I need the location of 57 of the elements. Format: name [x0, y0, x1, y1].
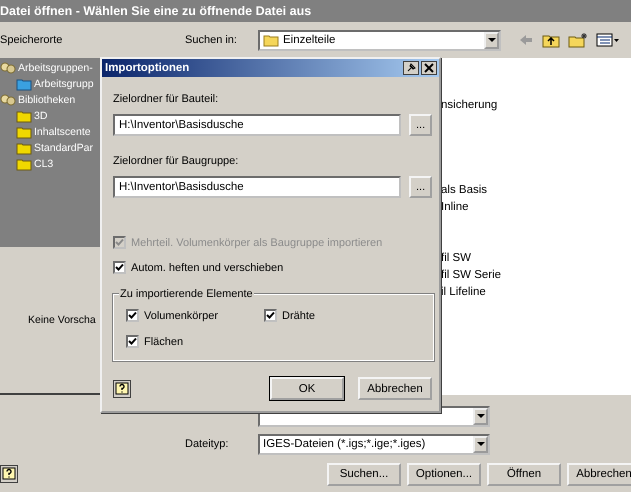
file-item[interactable]: Inline	[441, 199, 631, 216]
look-in-label: Suchen in:	[185, 34, 238, 46]
look-in-dropdown[interactable]: Einzelteile	[258, 30, 501, 50]
places-label: Speicherorte	[0, 34, 64, 46]
dialog-title: Importoptionen	[105, 62, 190, 74]
dialog-button[interactable]: Abbrechen	[567, 462, 631, 486]
tree-item[interactable]: StandardPar	[34, 142, 93, 154]
help-icon[interactable]	[0, 465, 18, 483]
tree-item[interactable]: Arbeitsgruppen-	[18, 62, 93, 74]
pin-icon[interactable]	[403, 61, 419, 75]
view-menu-icon[interactable]	[596, 32, 620, 48]
checkbox[interactable]	[126, 335, 139, 348]
browse-button[interactable]: ...	[409, 114, 432, 136]
file-type-dropdown[interactable]: IGES-Dateien (*.igs;*.ige;*.iges)	[258, 434, 490, 454]
checkbox-label: Volumenkörper	[144, 310, 218, 322]
file-item[interactable]: il Lifeline	[441, 284, 631, 301]
group-icon	[0, 93, 16, 107]
folder-path-field[interactable]: H:\Inventor\Basisdusche	[113, 114, 402, 136]
help-icon[interactable]	[113, 380, 131, 398]
group-icon	[0, 61, 16, 75]
dialog-button[interactable]: Öffnen	[487, 462, 561, 486]
file-item[interactable]: fil SW Serie	[441, 267, 631, 284]
dialog-button[interactable]: Suchen...	[327, 462, 401, 486]
tree-item[interactable]: CL3	[34, 158, 54, 170]
checkbox[interactable]	[113, 261, 126, 274]
folder-icon	[16, 109, 32, 123]
checkbox[interactable]	[126, 309, 139, 322]
file-item[interactable]: fil SW	[441, 250, 631, 267]
folder-icon	[16, 141, 32, 155]
file-type-label: Dateityp:	[185, 438, 230, 450]
file-item[interactable]: nsicherung	[441, 97, 631, 114]
folder-path-field[interactable]: H:\Inventor\Basisdusche	[113, 176, 402, 198]
folder-icon	[16, 125, 32, 139]
dialog-button[interactable]: Abbrechen	[358, 377, 432, 400]
checkbox[interactable]	[264, 309, 277, 322]
dialog-button[interactable]: Optionen...	[407, 462, 481, 486]
preview-text: Keine Vorscha	[28, 314, 96, 326]
field-label: Zielordner für Baugruppe:	[113, 154, 240, 169]
group-title: Zu importierende Elemente	[119, 287, 254, 301]
checkbox-label: Flächen	[144, 336, 184, 348]
tree-item[interactable]: Inhaltscente	[34, 126, 91, 138]
browse-button[interactable]: ...	[409, 176, 432, 198]
folder-icon	[16, 157, 32, 171]
dialog-button[interactable]: OK	[270, 377, 344, 400]
folder-icon	[16, 77, 32, 91]
tree-item[interactable]: Bibliotheken	[18, 94, 76, 106]
file-item[interactable]: als Basis	[441, 182, 631, 199]
field-label: Zielordner für Bauteil:	[113, 92, 220, 107]
checkbox-label: Mehrteil. Volumenkörper als Baugruppe importieren	[131, 236, 382, 248]
window-title: Datei öffnen - Wählen Sie eine zu öffnende Datei aus	[0, 0, 631, 22]
new-folder-icon[interactable]	[568, 32, 588, 48]
folder-icon	[263, 33, 279, 47]
checkbox-label: Drähte	[282, 310, 316, 322]
tree-item[interactable]: 3D	[34, 110, 48, 122]
tree-item[interactable]: Arbeitsgrupp	[34, 78, 94, 90]
close-icon[interactable]	[421, 61, 437, 75]
checkbox-label: Autom. heften und verschieben	[131, 262, 284, 274]
